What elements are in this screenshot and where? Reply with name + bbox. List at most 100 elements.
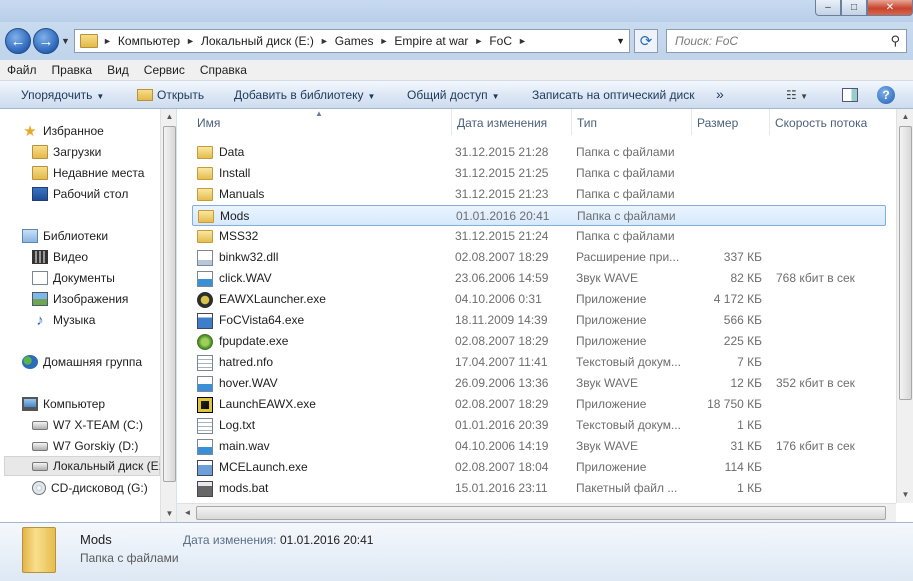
scroll-up-icon[interactable]: ▲: [161, 112, 176, 121]
file-row[interactable]: LaunchEAWX.exe 02.08.2007 18:29 Приложение…: [192, 394, 886, 415]
file-name: Data: [219, 145, 245, 159]
file-row[interactable]: binkw32.dll 02.08.2007 18:29 Расширение пр…: [192, 247, 886, 268]
nav-images[interactable]: Изображения: [32, 289, 176, 309]
minimize-button[interactable]: –: [815, 0, 841, 16]
file-row[interactable]: hover.WAV 26.09.2006 13:36 Звук WAVE 12 КБ 3…: [192, 373, 886, 394]
nav-desktop[interactable]: Рабочий стол: [32, 184, 176, 204]
breadcrumb-separator-icon[interactable]: ►: [315, 36, 334, 46]
scroll-left-icon[interactable]: ◄: [179, 508, 196, 517]
file-type: Текстовый докум...: [576, 355, 681, 369]
breadcrumb-drive-e[interactable]: Локальный диск (E:): [200, 34, 315, 48]
preview-pane-button[interactable]: [842, 88, 858, 102]
file-row[interactable]: mods.bat 15.01.2016 23:11 Пакетный файл ..…: [192, 478, 886, 499]
change-view-button[interactable]: ☷ ▼: [786, 88, 808, 102]
file-name-cell: FoCVista64.exe: [197, 310, 447, 331]
column-bitrate[interactable]: Скорость потока: [770, 109, 896, 135]
file-row[interactable]: fpupdate.exe 02.08.2007 18:29 Приложение 22…: [192, 331, 886, 352]
menu-view[interactable]: Вид: [100, 63, 137, 77]
file-name-cell: click.WAV: [197, 268, 447, 289]
address-bar[interactable]: ► Компьютер ► Локальный диск (E:) ► Game…: [74, 29, 630, 53]
add-to-library-button[interactable]: Добавить в библиотеку ▼: [234, 88, 375, 102]
details-item-name: Mods: [80, 532, 112, 547]
file-row[interactable]: click.WAV 23.06.2006 14:59 Звук WAVE 82 КБ 7…: [192, 268, 886, 289]
nav-homegroup[interactable]: Домашняя группа: [22, 352, 176, 372]
nav-drive-d[interactable]: W7 Gorskiy (D:): [32, 436, 176, 456]
file-row[interactable]: FoCVista64.exe 18.11.2009 14:39 Приложение…: [192, 310, 886, 331]
breadcrumb-separator-icon[interactable]: ►: [98, 36, 117, 46]
menu-file[interactable]: Файл: [0, 63, 45, 77]
file-list-scroll-thumb[interactable]: [899, 126, 912, 400]
burn-button[interactable]: Записать на оптический диск: [532, 88, 695, 102]
nav-favorites[interactable]: ★ Избранное: [22, 121, 176, 141]
file-row[interactable]: Log.txt 01.01.2016 20:39 Текстовый докум..…: [192, 415, 886, 436]
file-name-cell: Mods: [198, 206, 448, 227]
menu-edit[interactable]: Правка: [45, 63, 101, 77]
file-row[interactable]: main.wav 04.10.2006 14:19 Звук WAVE 31 КБ 17…: [192, 436, 886, 457]
breadcrumb-foc[interactable]: FoC: [488, 34, 513, 48]
file-size: [682, 163, 762, 184]
file-type: Приложение: [576, 460, 647, 474]
nav-pane-scrollbar[interactable]: ▲ ▼: [160, 109, 176, 522]
breadcrumb-computer[interactable]: Компьютер: [117, 34, 181, 48]
file-row[interactable]: Mods 01.01.2016 20:41 Папка с файлами: [192, 205, 886, 226]
chevron-down-icon: ▼: [367, 92, 376, 101]
breadcrumb-separator-icon[interactable]: ►: [469, 36, 488, 46]
column-size[interactable]: Размер: [692, 109, 770, 135]
nav-drive-c[interactable]: W7 X-TEAM (C:): [32, 415, 176, 435]
breadcrumb-separator-icon[interactable]: ►: [374, 36, 393, 46]
breadcrumb-separator-icon[interactable]: ►: [181, 36, 200, 46]
breadcrumb-separator-icon[interactable]: ►: [513, 36, 532, 46]
open-button[interactable]: Открыть: [137, 88, 204, 102]
search-input[interactable]: Поиск: FoC ⚲: [666, 29, 907, 53]
nav-video[interactable]: Видео: [32, 247, 176, 267]
forward-button[interactable]: →: [33, 28, 59, 54]
file-date: 26.09.2006 13:36: [455, 376, 549, 390]
nav-drive-e[interactable]: Локальный диск (E:): [4, 456, 166, 476]
txt-file-icon: [197, 417, 213, 434]
file-row[interactable]: Data 31.12.2015 21:28 Папка с файлами: [192, 142, 886, 163]
nav-music-label: Музыка: [53, 313, 96, 327]
file-date: 02.08.2007 18:29: [455, 397, 549, 411]
nav-music[interactable]: ♪ Музыка: [32, 310, 176, 330]
file-list-horizontal-scrollbar[interactable]: ◄: [177, 503, 896, 522]
file-row[interactable]: MCELaunch.exe 02.08.2007 18:04 Приложение 1…: [192, 457, 886, 478]
scroll-up-icon[interactable]: ▲: [897, 112, 913, 121]
column-type[interactable]: Тип: [572, 109, 692, 135]
file-list-horizontal-thumb[interactable]: [196, 506, 886, 520]
file-row[interactable]: MSS32 31.12.2015 21:24 Папка с файлами: [192, 226, 886, 247]
organize-button[interactable]: Упорядочить ▼: [21, 88, 104, 102]
menu-tools[interactable]: Сервис: [137, 63, 193, 77]
back-button[interactable]: ←: [5, 28, 31, 54]
file-list-vertical-scrollbar[interactable]: ▲ ▼: [896, 109, 913, 503]
breadcrumb-games[interactable]: Games: [334, 34, 375, 48]
scroll-down-icon[interactable]: ▼: [161, 509, 176, 518]
txt-file-icon: [197, 354, 213, 371]
history-dropdown-icon[interactable]: ▼: [61, 36, 70, 46]
search-icon[interactable]: ⚲: [890, 33, 900, 49]
file-name: click.WAV: [219, 271, 272, 285]
nav-recent-places[interactable]: Недавние места: [32, 163, 176, 183]
help-button[interactable]: ?: [877, 86, 895, 104]
nav-downloads[interactable]: Загрузки: [32, 142, 176, 162]
nav-computer[interactable]: Компьютер: [22, 394, 176, 414]
breadcrumb-empire-at-war[interactable]: Empire at war: [393, 34, 469, 48]
maximize-button[interactable]: □: [841, 0, 867, 16]
nav-drive-g[interactable]: CD-дисковод (G:): [32, 478, 176, 498]
file-row[interactable]: EAWXLauncher.exe 04.10.2006 0:31 Приложени…: [192, 289, 886, 310]
share-button[interactable]: Общий доступ ▼: [407, 88, 500, 102]
nav-documents[interactable]: Документы: [32, 268, 176, 288]
file-row[interactable]: hatred.nfo 17.04.2007 11:41 Текстовый доку…: [192, 352, 886, 373]
scroll-down-icon[interactable]: ▼: [897, 490, 913, 499]
nav-pane-scroll-thumb[interactable]: [163, 126, 176, 482]
more-commands-button[interactable]: »: [716, 86, 724, 102]
file-name: mods.bat: [219, 481, 269, 495]
address-dropdown-icon[interactable]: ▼: [616, 36, 625, 46]
file-row[interactable]: Install 31.12.2015 21:25 Папка с файлами: [192, 163, 886, 184]
refresh-button[interactable]: ⟳: [634, 29, 658, 53]
nav-libraries[interactable]: Библиотеки: [22, 226, 176, 246]
menu-help[interactable]: Справка: [193, 63, 255, 77]
column-date-modified[interactable]: Дата изменения: [452, 109, 572, 135]
file-type: Папка с файлами: [576, 187, 675, 201]
close-button[interactable]: ✕: [867, 0, 913, 16]
file-row[interactable]: Manuals 31.12.2015 21:23 Папка с файлами: [192, 184, 886, 205]
